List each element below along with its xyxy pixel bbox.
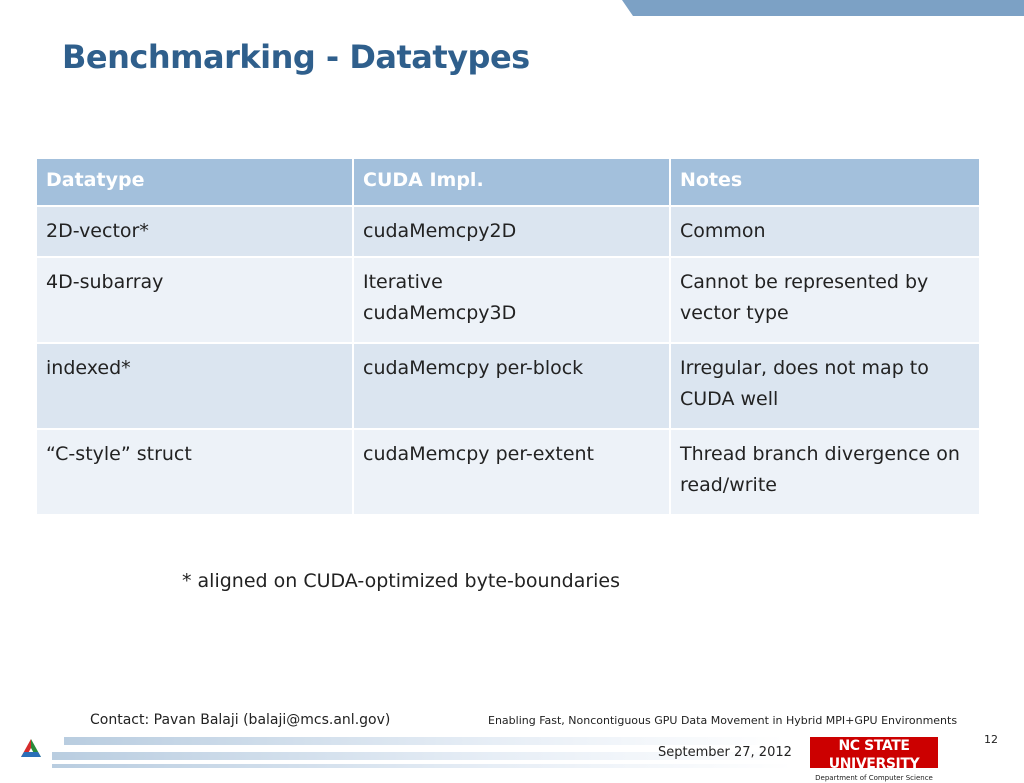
cell-datatype: 2D-vector*: [35, 205, 354, 258]
header-cuda-impl: CUDA Impl.: [352, 157, 671, 207]
table-row: “C-style” struct cudaMemcpy per-extent T…: [35, 428, 981, 516]
presentation-title: Enabling Fast, Noncontiguous GPU Data Mo…: [488, 714, 958, 727]
cell-datatype: “C-style” struct: [35, 428, 354, 516]
cell-datatype: indexed*: [35, 342, 354, 430]
cell-cuda-impl: cudaMemcpy per-block: [352, 342, 671, 430]
cell-cuda-impl: Iterative cudaMemcpy3D: [352, 256, 671, 344]
presentation-date: September 27, 2012: [658, 745, 792, 760]
cell-datatype: 4D-subarray: [35, 256, 354, 344]
header-band: [622, 0, 1024, 16]
header-datatype: Datatype: [35, 157, 354, 207]
contact-info: Contact: Pavan Balaji (balaji@mcs.anl.go…: [90, 712, 391, 728]
header-notes: Notes: [669, 157, 981, 207]
cell-notes: Cannot be represented by vector type: [669, 256, 981, 344]
cell-notes: Irregular, does not map to CUDA well: [669, 342, 981, 430]
datatypes-table: Datatype CUDA Impl. Notes 2D-vector* cud…: [35, 157, 981, 516]
argonne-logo-icon: [21, 739, 41, 757]
cell-cuda-impl: cudaMemcpy per-extent: [352, 428, 671, 516]
footnote: * aligned on CUDA-optimized byte-boundar…: [182, 570, 621, 592]
table-row: indexed* cudaMemcpy per-block Irregular,…: [35, 342, 981, 430]
slide-title: Benchmarking - Datatypes: [62, 38, 530, 76]
table-row: 4D-subarray Iterative cudaMemcpy3D Canno…: [35, 256, 981, 344]
footer-stripe: [52, 764, 792, 768]
table-header-row: Datatype CUDA Impl. Notes: [35, 157, 981, 207]
page-number: 12: [984, 733, 998, 746]
cell-notes: Thread branch divergence on read/write: [669, 428, 981, 516]
cell-cuda-impl: cudaMemcpy2D: [352, 205, 671, 258]
cell-notes: Common: [669, 205, 981, 258]
footer-stripe: [64, 737, 784, 745]
ncsu-dept-text: Department of Computer Science: [812, 773, 936, 783]
table-row: 2D-vector* cudaMemcpy2D Common: [35, 205, 981, 258]
ncsu-logo: NC STATE UNIVERSITY Department of Comput…: [810, 737, 938, 783]
